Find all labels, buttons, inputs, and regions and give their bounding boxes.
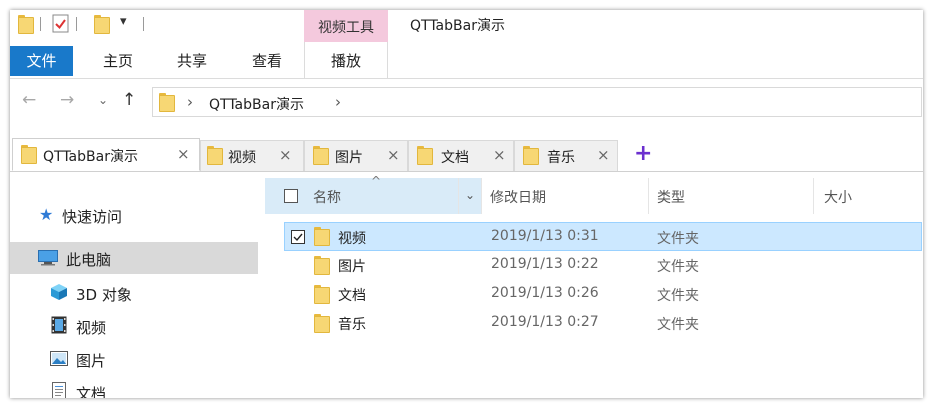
file-modified: 2019/1/13 0:27 — [491, 314, 599, 330]
nav-item-label: 3D 对象 — [76, 286, 132, 304]
toolbar-divider — [76, 17, 77, 31]
row-checkbox[interactable] — [291, 230, 305, 244]
file-modified: 2019/1/13 0:31 — [491, 228, 599, 244]
ribbon-tab-home[interactable]: 主页 — [93, 46, 143, 76]
close-tab-icon[interactable]: × — [279, 146, 292, 164]
tab-label: QTTabBar演示 — [43, 149, 138, 165]
chevron-down-icon[interactable]: ⌄ — [465, 188, 475, 202]
nav-item-label: 视频 — [76, 319, 107, 337]
computer-icon — [38, 250, 58, 266]
tab-label: 视频 — [228, 150, 256, 166]
column-header-type[interactable]: 类型 — [657, 187, 685, 207]
picture-icon — [50, 351, 68, 366]
add-tab-icon[interactable]: + — [634, 141, 652, 166]
file-type: 文件夹 — [657, 288, 699, 304]
context-tab-group-label: 视频工具 — [318, 20, 374, 36]
nav-item-label: 文档 — [76, 385, 107, 398]
file-name: 视频 — [338, 231, 366, 247]
nav-item-label: 快速访问 — [62, 208, 123, 226]
close-tab-icon[interactable]: × — [597, 146, 610, 164]
qttabbar-tab-row: QTTabBar演示 × 视频 × 图片 × 文档 × 音乐 × — [10, 135, 923, 172]
close-tab-icon[interactable]: × — [177, 145, 190, 163]
tab-label: 图片 — [335, 150, 363, 166]
nav-item-pictures[interactable]: 图片 — [10, 343, 258, 375]
ribbon-tab-play[interactable]: 播放 — [321, 46, 371, 76]
file-modified: 2019/1/13 0:26 — [491, 285, 599, 301]
customize-dropdown-icon[interactable]: ▾ — [120, 14, 127, 29]
tab-music[interactable]: 音乐 × — [514, 140, 618, 171]
ribbon-tab-view[interactable]: 查看 — [242, 46, 292, 76]
file-modified: 2019/1/13 0:22 — [491, 256, 599, 272]
up-icon[interactable]: ↑ — [122, 90, 136, 110]
breadcrumb-separator-icon[interactable]: › — [187, 93, 193, 111]
file-type: 文件夹 — [657, 317, 699, 333]
tab-video[interactable]: 视频 × — [200, 140, 304, 171]
close-tab-icon[interactable]: × — [387, 146, 400, 164]
nav-item-label: 图片 — [76, 352, 107, 370]
file-type: 文件夹 — [657, 259, 699, 275]
nav-item-label: 此电脑 — [66, 251, 112, 269]
breadcrumb-chevron-icon[interactable]: › — [335, 93, 341, 111]
file-row-pictures[interactable]: 图片 2019/1/13 0:22 文件夹 — [284, 251, 922, 280]
window-title: QTTabBar演示 — [410, 18, 505, 34]
column-header-modified[interactable]: 修改日期 — [490, 187, 546, 207]
sort-ascending-icon: ^ — [371, 174, 382, 188]
tab-label: 音乐 — [547, 150, 575, 166]
breadcrumb-current[interactable]: QTTabBar演示 — [209, 94, 304, 114]
toolbar-divider — [40, 17, 41, 31]
tab-pictures[interactable]: 图片 × — [304, 140, 408, 171]
properties-icon[interactable] — [52, 14, 70, 34]
nav-item-quick-access[interactable]: ★ 快速访问 — [10, 199, 258, 231]
file-row-documents[interactable]: 文档 2019/1/13 0:26 文件夹 — [284, 280, 922, 309]
ribbon-tab-share[interactable]: 共享 — [167, 46, 217, 76]
file-list-header: 名称 ^ ⌄ 修改日期 类型 大小 — [265, 174, 923, 214]
tab-documents[interactable]: 文档 × — [408, 140, 514, 171]
nav-item-3d-objects[interactable]: 3D 对象 — [10, 277, 258, 309]
nav-item-videos[interactable]: 视频 — [10, 310, 258, 342]
back-icon[interactable]: ← — [22, 90, 36, 110]
file-name: 图片 — [338, 259, 366, 275]
recent-locations-icon[interactable]: ⌄ — [98, 93, 108, 107]
ribbon-tab-file[interactable]: 文件 — [10, 46, 73, 76]
tab-label: 文档 — [441, 150, 469, 166]
document-icon — [52, 382, 66, 398]
select-all-checkbox[interactable] — [284, 189, 298, 203]
column-divider[interactable] — [813, 178, 814, 214]
nav-item-documents[interactable]: 文档 — [10, 376, 258, 398]
explorer-window: ▾ 视频工具 QTTabBar演示 文件 主页 共享 查看 播放 ← → ⌄ ↑… — [10, 10, 923, 398]
close-tab-icon[interactable]: × — [493, 146, 506, 164]
file-name: 音乐 — [338, 317, 366, 333]
tab-qttabbar-demo[interactable]: QTTabBar演示 × — [12, 138, 200, 171]
star-icon: ★ — [39, 205, 54, 224]
file-row-video[interactable]: 视频 2019/1/13 0:31 文件夹 — [284, 222, 922, 251]
file-row-music[interactable]: 音乐 2019/1/13 0:27 文件夹 — [284, 309, 922, 338]
address-bar[interactable]: › QTTabBar演示 › — [152, 87, 922, 117]
column-header-name-label: 名称 — [313, 190, 341, 206]
forward-icon[interactable]: → — [60, 90, 74, 110]
column-divider[interactable] — [458, 178, 459, 214]
column-header-size[interactable]: 大小 — [824, 187, 852, 207]
column-divider[interactable] — [481, 178, 482, 214]
video-icon — [51, 316, 67, 334]
file-name: 文档 — [338, 288, 366, 304]
column-divider[interactable] — [648, 178, 649, 214]
file-type: 文件夹 — [657, 231, 699, 247]
toolbar-divider — [143, 17, 144, 31]
ribbon-tabs: 文件 主页 共享 查看 — [10, 46, 923, 79]
3d-objects-icon — [50, 283, 68, 301]
nav-item-this-pc[interactable]: 此电脑 — [10, 242, 258, 274]
